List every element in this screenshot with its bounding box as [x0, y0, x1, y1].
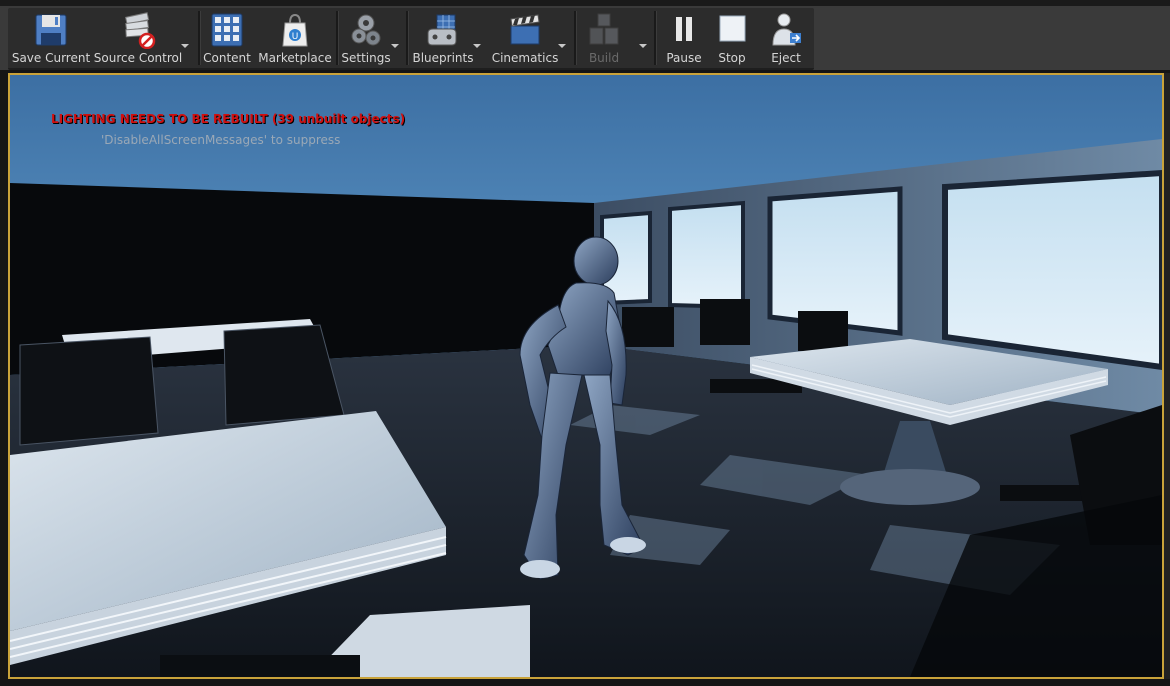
- cinematics-icon: [510, 14, 540, 45]
- toolbar-separator: [336, 11, 339, 65]
- eject-label: Eject: [771, 51, 801, 65]
- blueprints-dropdown-icon[interactable]: [472, 42, 482, 50]
- source-control-icon: [125, 12, 156, 49]
- cinematics-dropdown-icon[interactable]: [557, 42, 567, 50]
- window-edge: [1164, 73, 1170, 679]
- stop-button[interactable]: Stop: [711, 8, 753, 68]
- level-editor-toolbar: Save Current Source Control Content U Ma…: [8, 8, 814, 70]
- build-label: Build: [588, 51, 620, 65]
- marketplace-button[interactable]: U Marketplace: [258, 8, 332, 68]
- settings-button[interactable]: Settings: [340, 8, 392, 68]
- settings-dropdown-icon[interactable]: [390, 42, 400, 50]
- toolbar-separator: [654, 11, 657, 65]
- suppress-hint-message: 'DisableAllScreenMessages' to suppress: [101, 133, 341, 147]
- game-viewport[interactable]: LIGHTING NEEDS TO BE REBUILT (39 unbuilt…: [8, 73, 1164, 679]
- marketplace-label: Marketplace: [258, 51, 332, 65]
- lighting-warning-message: LIGHTING NEEDS TO BE REBUILT (39 unbuilt…: [51, 112, 406, 126]
- content-label: Content: [203, 51, 251, 65]
- toolbar-separator: [574, 11, 577, 65]
- save-current-label: Save Current: [11, 51, 91, 65]
- pause-icon: [676, 17, 692, 41]
- save-current-button[interactable]: Save Current: [11, 8, 91, 68]
- toolbar-separator: [198, 11, 201, 65]
- svg-text:U: U: [292, 32, 299, 42]
- eject-icon: [772, 13, 801, 46]
- toolbar-separator: [406, 11, 409, 65]
- blueprints-button[interactable]: Blueprints: [412, 8, 474, 68]
- blueprints-icon: [427, 14, 457, 46]
- build-button[interactable]: Build: [580, 8, 628, 68]
- pause-button[interactable]: Pause: [660, 8, 708, 68]
- content-icon: [211, 13, 243, 47]
- marketplace-icon: U: [282, 13, 308, 47]
- settings-label: Settings: [341, 51, 391, 65]
- cinematics-label: Cinematics: [491, 51, 559, 65]
- save-icon: [35, 14, 67, 46]
- build-dropdown-icon[interactable]: [638, 42, 648, 50]
- pause-label: Pause: [666, 51, 702, 65]
- stop-label: Stop: [718, 51, 746, 65]
- settings-icon: [351, 14, 381, 46]
- eject-button[interactable]: Eject: [764, 8, 808, 68]
- cinematics-button[interactable]: Cinematics: [492, 8, 558, 68]
- scene-render: [10, 75, 1162, 677]
- blueprints-label: Blueprints: [412, 51, 474, 65]
- source-control-button[interactable]: Source Control: [94, 8, 182, 68]
- source-control-label: Source Control: [93, 51, 183, 65]
- content-button[interactable]: Content: [202, 8, 252, 68]
- build-icon: [589, 13, 619, 45]
- stop-icon: [719, 15, 746, 42]
- source-control-dropdown-icon[interactable]: [180, 42, 190, 50]
